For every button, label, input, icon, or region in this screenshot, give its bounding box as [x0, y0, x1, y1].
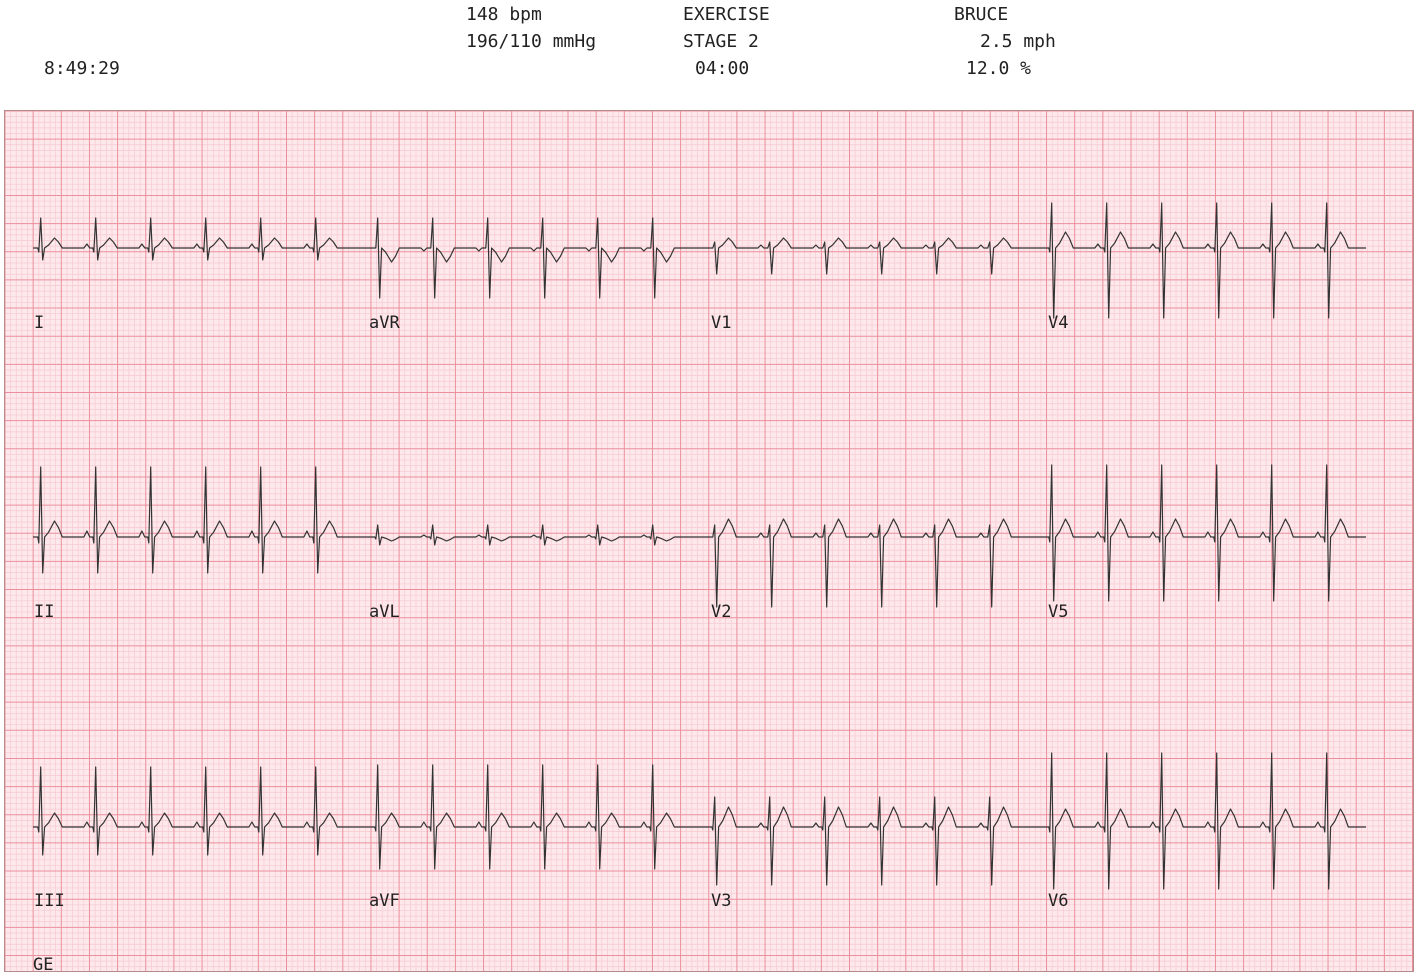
stage-readout: STAGE 2: [683, 31, 759, 52]
lead-label-aVL: aVL: [369, 602, 400, 622]
phase-readout: EXERCISE: [683, 4, 770, 25]
heart-rate-readout: 148 bpm: [466, 4, 542, 25]
time-readout: 8:49:29: [44, 58, 120, 79]
lead-label-aVR: aVR: [369, 313, 400, 333]
brand-logo-text: GE: [33, 955, 54, 972]
lead-label-V3: V3: [711, 891, 732, 911]
speed-readout: 2.5 mph: [980, 31, 1056, 52]
lead-label-aVF: aVF: [369, 891, 400, 911]
lead-label-II: II: [34, 602, 55, 622]
lead-label-V6: V6: [1048, 891, 1069, 911]
protocol-readout: BRUCE: [954, 4, 1009, 25]
lead-label-V1: V1: [711, 313, 732, 333]
lead-label-I: I: [34, 313, 45, 333]
ecg-paper: I aVR V1 V4 II aVL V2 V5 III aVF V3 V6 G…: [4, 110, 1414, 972]
lead-label-V5: V5: [1048, 602, 1069, 622]
stage-time-readout: 04:00: [695, 58, 750, 79]
blood-pressure-readout: 196/110 mmHg: [466, 31, 597, 52]
grade-readout: 12.0 %: [966, 58, 1032, 79]
lead-label-V2: V2: [711, 602, 732, 622]
lead-label-III: III: [34, 891, 65, 911]
lead-label-V4: V4: [1048, 313, 1069, 333]
ecg-grid-and-traces: [5, 111, 1413, 971]
